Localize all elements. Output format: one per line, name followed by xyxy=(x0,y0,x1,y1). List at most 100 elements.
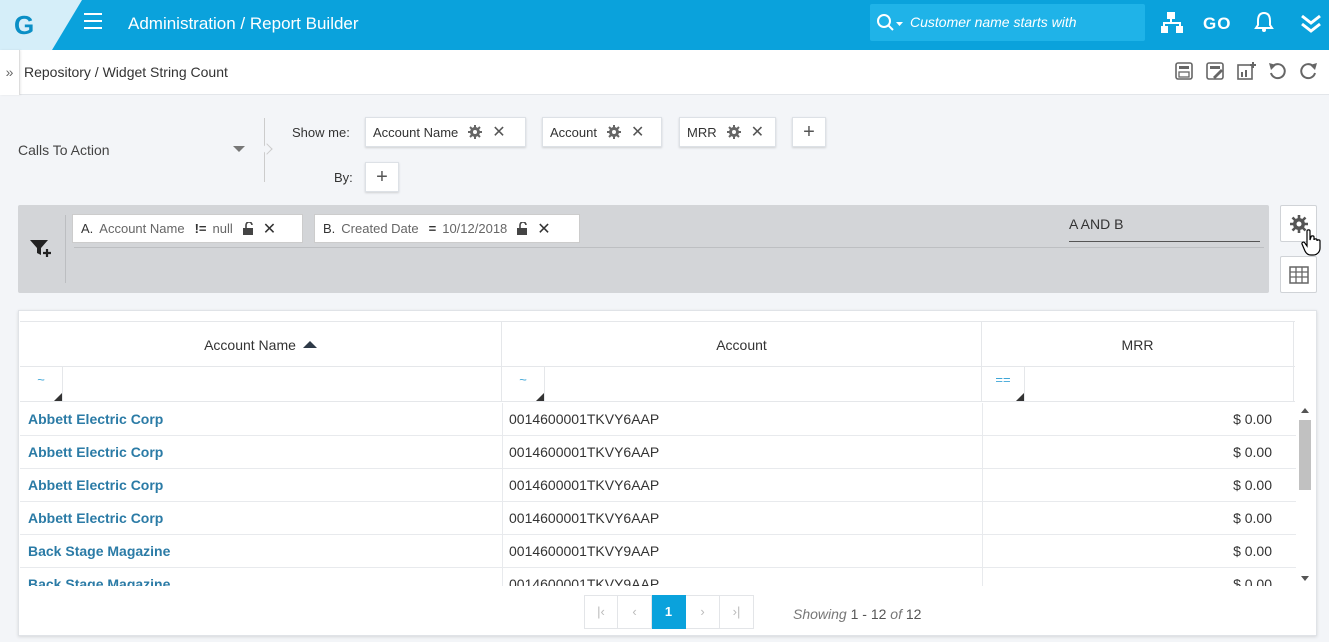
showing-label: Showing xyxy=(793,606,847,622)
filter-operator: != xyxy=(194,221,207,236)
next-page-button[interactable]: › xyxy=(686,595,720,629)
column-header-mrr[interactable]: MRR xyxy=(982,322,1294,368)
expand-sidebar-icon[interactable]: » xyxy=(0,50,20,95)
sort-ascending-icon[interactable] xyxy=(302,341,317,348)
show-field-chip[interactable]: Account ✕ xyxy=(542,117,662,147)
filter-operator-select[interactable]: == xyxy=(982,367,1025,401)
last-page-button[interactable]: ›| xyxy=(720,595,754,629)
mrr-cell: $ 0.00 xyxy=(1233,576,1272,586)
column-label: Account Name xyxy=(204,337,296,353)
logo-letter: G xyxy=(14,10,34,40)
account-cell: 0014600001TKVY9AAP xyxy=(509,543,660,559)
hand-cursor-icon xyxy=(1301,229,1321,256)
column-filter[interactable]: ~ xyxy=(502,367,982,402)
gear-icon[interactable] xyxy=(606,125,621,139)
unlock-icon[interactable] xyxy=(517,222,529,235)
column-label: MRR xyxy=(1121,337,1154,353)
filter-field: Created Date xyxy=(341,221,419,236)
divider xyxy=(65,215,66,283)
refresh-icon[interactable] xyxy=(1298,61,1319,82)
source-object-select[interactable]: Calls To Action xyxy=(18,142,110,158)
bell-icon[interactable] xyxy=(1254,11,1274,33)
filter-key: A. xyxy=(81,221,94,236)
close-icon[interactable]: ✕ xyxy=(631,122,644,142)
scroll-down-arrow-icon[interactable] xyxy=(1301,576,1309,581)
close-icon[interactable]: ✕ xyxy=(263,219,276,239)
column-header-account-name[interactable]: Account Name xyxy=(20,322,502,368)
filter-operator-select[interactable]: ~ xyxy=(20,367,63,401)
gear-icon[interactable] xyxy=(468,125,483,139)
first-page-button[interactable]: |‹ xyxy=(584,595,618,629)
table-view-button[interactable] xyxy=(1280,256,1317,293)
table-row: Abbett Electric Corp 0014600001TKVY6AAP … xyxy=(20,403,1296,436)
total-count: 12 xyxy=(905,606,922,622)
show-field-chip[interactable]: Account Name ✕ xyxy=(365,117,526,147)
filter-logic-input[interactable]: A AND B xyxy=(1069,216,1123,232)
filter-value: 10/12/2018 xyxy=(442,221,508,236)
undo-icon[interactable] xyxy=(1267,61,1288,82)
filter-chip-b[interactable]: B. Created Date = 10/12/2018 ✕ xyxy=(314,214,580,243)
filter-panel: A. Account Name != null ✕ B. Created Dat… xyxy=(18,205,1269,293)
close-icon[interactable]: ✕ xyxy=(492,122,505,142)
table-icon xyxy=(1288,265,1309,284)
menu-icon[interactable] xyxy=(84,13,102,29)
table-row: Abbett Electric Corp 0014600001TKVY6AAP … xyxy=(20,502,1296,535)
column-filter[interactable]: == xyxy=(982,367,1294,402)
filter-chip-a[interactable]: A. Account Name != null ✕ xyxy=(72,214,303,243)
mrr-cell: $ 0.00 xyxy=(1233,477,1272,493)
divider xyxy=(1069,241,1260,242)
global-search[interactable]: Customer name starts with xyxy=(870,4,1145,41)
column-header-account[interactable]: Account xyxy=(502,322,982,368)
top-nav-bar: G Administration / Report Builder Custom… xyxy=(0,0,1329,50)
showing-range: 1 - 12 xyxy=(850,606,887,622)
table-header: Account Name Account MRR xyxy=(20,321,1295,368)
save-as-icon[interactable] xyxy=(1205,61,1226,82)
table-body: Abbett Electric Corp 0014600001TKVY6AAP … xyxy=(20,403,1296,586)
hierarchy-icon[interactable] xyxy=(1160,11,1186,35)
column-label: Account xyxy=(716,337,767,353)
add-show-field-button[interactable]: + xyxy=(792,117,826,147)
table-row: Back Stage Magazine 0014600001TKVY9AAP $… xyxy=(20,535,1296,568)
search-icon[interactable] xyxy=(876,13,906,33)
account-cell: 0014600001TKVY6AAP xyxy=(509,444,660,460)
search-input[interactable]: Customer name starts with xyxy=(910,14,1077,30)
mrr-cell: $ 0.00 xyxy=(1233,411,1272,427)
vertical-scrollbar[interactable] xyxy=(1297,403,1313,586)
current-page-button[interactable]: 1 xyxy=(652,595,686,629)
add-filter-icon[interactable] xyxy=(29,238,53,258)
filter-operator-select[interactable]: ~ xyxy=(502,367,545,401)
account-name-link[interactable]: Back Stage Magazine xyxy=(28,543,170,559)
show-field-chip[interactable]: MRR ✕ xyxy=(679,117,776,147)
account-name-link[interactable]: Back Stage Magazine xyxy=(28,576,170,586)
add-group-by-button[interactable]: + xyxy=(365,162,399,192)
filter-key: B. xyxy=(323,221,336,236)
double-chevron-down-icon[interactable] xyxy=(1300,14,1322,34)
table-row: Abbett Electric Corp 0014600001TKVY6AAP … xyxy=(20,436,1296,469)
of-label: of xyxy=(890,606,902,622)
account-name-link[interactable]: Abbett Electric Corp xyxy=(28,477,163,493)
table-row: Back Stage Magazine 0014600001TKVY9AAP $… xyxy=(20,568,1296,586)
go-button[interactable]: GO xyxy=(1203,14,1231,34)
app-logo[interactable]: G xyxy=(0,0,82,50)
unlock-icon[interactable] xyxy=(242,222,255,235)
report-table: Account Name Account MRR ~ ~ == Abbett E… xyxy=(18,310,1317,636)
pagination-summary: Showing 1 - 12 of 12 xyxy=(793,606,921,622)
close-icon[interactable]: ✕ xyxy=(537,219,550,239)
scrollbar-thumb[interactable] xyxy=(1299,420,1311,490)
save-icon[interactable] xyxy=(1174,61,1195,82)
column-filter[interactable]: ~ xyxy=(20,367,502,402)
account-cell: 0014600001TKVY6AAP xyxy=(509,411,660,427)
previous-page-button[interactable]: ‹ xyxy=(618,595,652,629)
add-to-dashboard-icon[interactable] xyxy=(1236,61,1257,82)
scroll-up-arrow-icon[interactable] xyxy=(1301,408,1309,413)
mrr-cell: $ 0.00 xyxy=(1233,510,1272,526)
close-icon[interactable]: ✕ xyxy=(751,122,764,142)
account-name-link[interactable]: Abbett Electric Corp xyxy=(28,510,163,526)
mrr-cell: $ 0.00 xyxy=(1233,444,1272,460)
filter-field: Account Name xyxy=(99,221,185,236)
chevron-down-icon[interactable] xyxy=(233,146,245,152)
account-name-link[interactable]: Abbett Electric Corp xyxy=(28,411,163,427)
pagination: |‹ ‹ 1 › ›| xyxy=(584,595,754,629)
gear-icon[interactable] xyxy=(726,125,741,139)
account-name-link[interactable]: Abbett Electric Corp xyxy=(28,444,163,460)
